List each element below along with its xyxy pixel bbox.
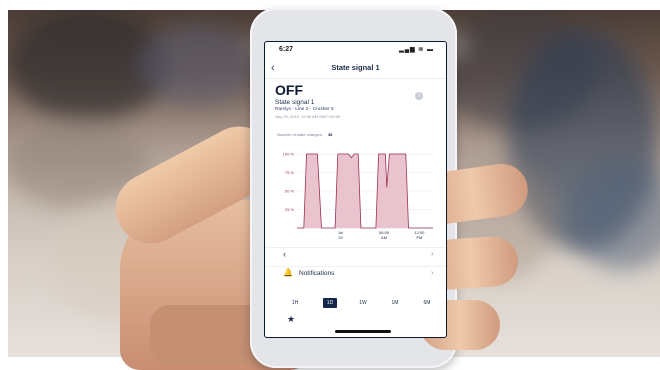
state-chart[interactable]: 100 %75 %50 %25 %Jul2906:00AM12:00PM — [265, 140, 446, 245]
state-changes-label: Number of state changes: — [277, 132, 323, 137]
status-time: 6:27 — [279, 46, 294, 53]
state-changes: Number of state changes: 38 — [277, 132, 332, 137]
y-tick-label: 25 % — [285, 207, 295, 212]
range-button-1m[interactable]: 1M — [388, 298, 402, 308]
star-icon[interactable]: ★ — [287, 314, 295, 325]
phone-screen: 6:27 ▂▄▆ ≋ ▬ ‹ State signal 1 OFF State … — [264, 41, 447, 338]
range-button-1w[interactable]: 1W — [356, 298, 370, 308]
y-tick-label: 100 % — [283, 152, 295, 157]
x-tick-label: 29 — [338, 235, 343, 240]
home-indicator — [335, 330, 391, 333]
notifications-label: Notifications — [299, 270, 335, 277]
time-range-selector: 1H 1D 1W 1M 6M — [265, 297, 446, 311]
chevron-right-icon[interactable]: › — [431, 268, 434, 277]
background-blur — [568, 160, 660, 270]
signal-location: Ramlyx - Line 2 - Crusher 5 — [275, 107, 334, 112]
y-tick-label: 75 % — [285, 170, 295, 175]
x-tick-label: AM — [381, 235, 387, 240]
state-changes-count: 38 — [327, 132, 333, 137]
previous-period-arrow-icon[interactable]: ‹ — [283, 249, 286, 259]
nav-title: State signal 1 — [331, 63, 380, 72]
nav-bar: ‹ State signal 1 — [265, 58, 446, 79]
status-icons: ▂▄▆ ≋ ▬ — [399, 47, 434, 53]
y-tick-label: 50 % — [285, 189, 295, 194]
notifications-row[interactable]: 🔔 Notifications › — [265, 266, 446, 281]
range-button-6m[interactable]: 6M — [420, 298, 434, 308]
bell-icon: 🔔 — [283, 268, 293, 277]
range-button-1d[interactable]: 1D — [323, 298, 337, 308]
info-icon[interactable]: i — [415, 92, 423, 100]
x-tick-label: PM — [416, 235, 422, 240]
range-button-1h[interactable]: 1H — [288, 298, 302, 308]
background-blur — [138, 25, 258, 105]
state-value: OFF — [275, 82, 303, 98]
signal-timestamp: July 29, 2019, 12:30 AM GMT+02:00 — [275, 114, 341, 119]
chevron-right-icon[interactable]: › — [431, 249, 434, 258]
period-row[interactable]: ‹ › — [265, 247, 446, 262]
signal-name: State signal 1 — [275, 99, 315, 106]
